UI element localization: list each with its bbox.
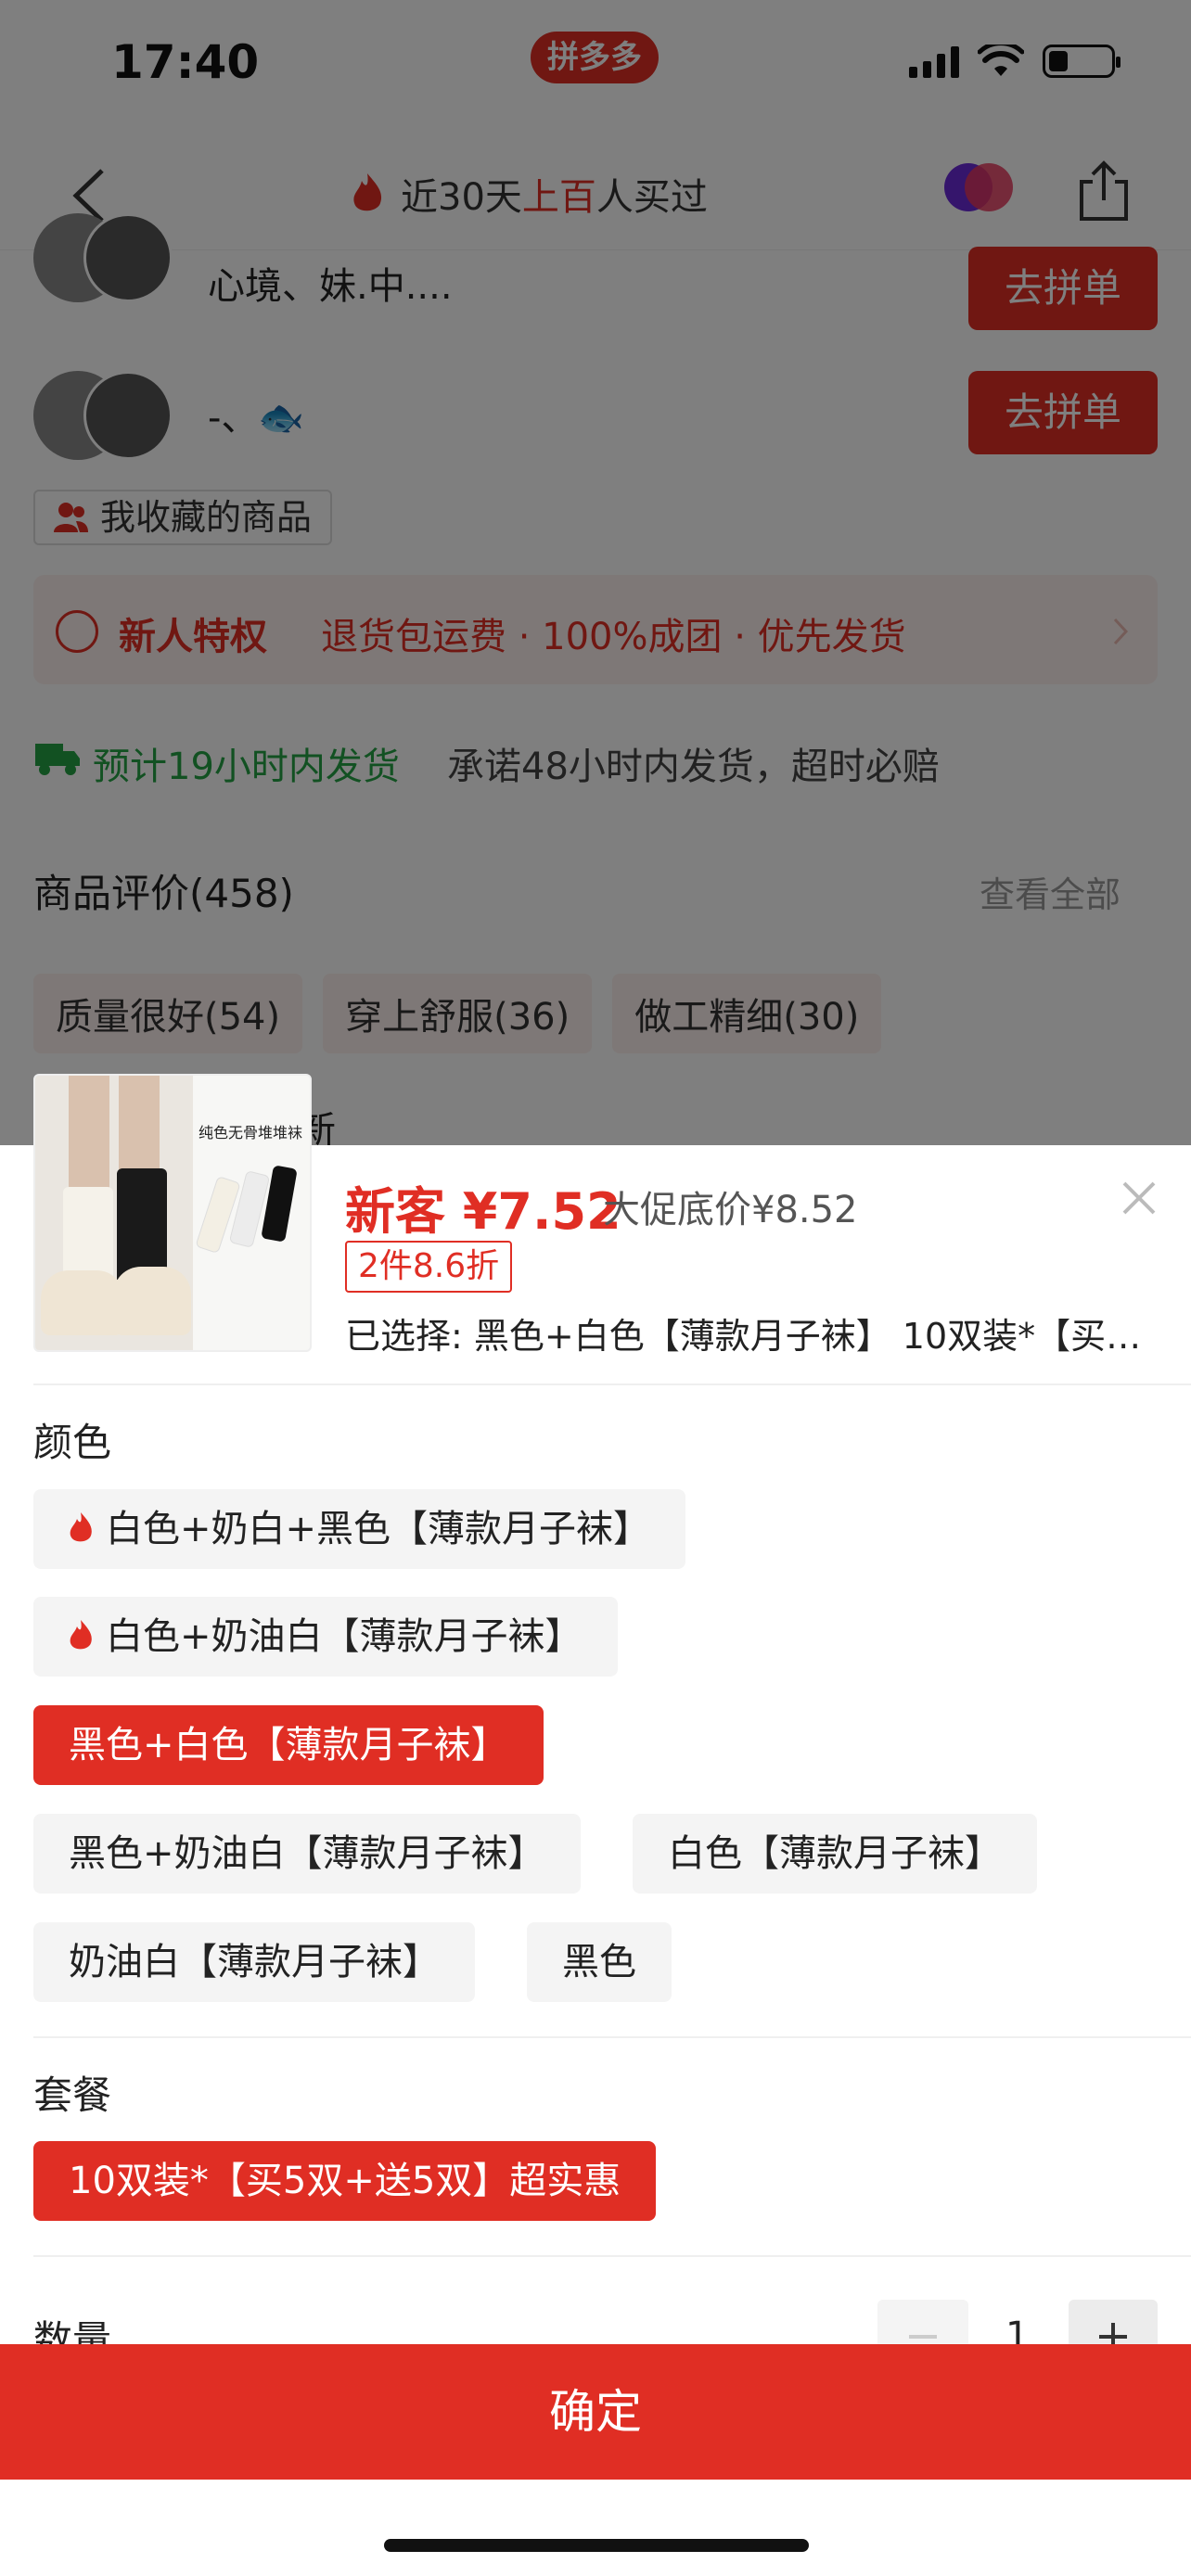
close-icon[interactable] (1119, 1178, 1159, 1218)
promo-floor-price: 大促底价¥8.52 (603, 1189, 858, 1231)
package-option-selected[interactable]: 10双装*【买5双+送5双】超实惠 (33, 2141, 657, 2221)
divider (33, 2255, 1191, 2257)
color-option[interactable]: 白色+奶油白【薄款月子袜】 (33, 1597, 618, 1677)
color-option[interactable]: 白色+奶白+黑色【薄款月子袜】 (33, 1489, 686, 1569)
color-option[interactable]: 黑色+奶油白【薄款月子袜】 (33, 1814, 581, 1894)
color-option-label: 白色+奶油白【薄款月子袜】 (106, 1615, 583, 1658)
discount-badge: 2件8.6折 (345, 1241, 513, 1293)
divider (33, 2036, 1191, 2038)
flame-icon (70, 1620, 92, 1650)
color-option-selected[interactable]: 黑色+白色【薄款月子袜】 (33, 1705, 544, 1785)
divider (33, 1384, 1191, 1385)
color-section-label: 颜色 (33, 1420, 112, 1465)
color-option[interactable]: 黑色 (527, 1922, 672, 2002)
confirm-button[interactable]: 确定 (0, 2344, 1191, 2480)
thumbnail-caption: 纯色无骨堆堆袜 (198, 1124, 303, 1141)
modal-overlay[interactable] (0, 0, 1191, 1145)
color-option-label: 白色+奶白+黑色【薄款月子袜】 (106, 1508, 651, 1550)
home-indicator (384, 2539, 809, 2552)
color-option[interactable]: 白色【薄款月子袜】 (633, 1814, 1037, 1894)
selected-summary: 已选择: 黑色+白色【薄款月子袜】 10双装*【买5双+送5双】超实惠 (345, 1316, 1158, 1357)
new-customer-price: 新客 ¥7.52 (345, 1182, 621, 1241)
color-option[interactable]: 奶油白【薄款月子袜】 (33, 1922, 475, 2002)
product-thumbnail[interactable]: 纯色无骨堆堆袜 (33, 1074, 312, 1352)
flame-icon (70, 1512, 92, 1542)
package-section-label: 套餐 (33, 2072, 112, 2118)
